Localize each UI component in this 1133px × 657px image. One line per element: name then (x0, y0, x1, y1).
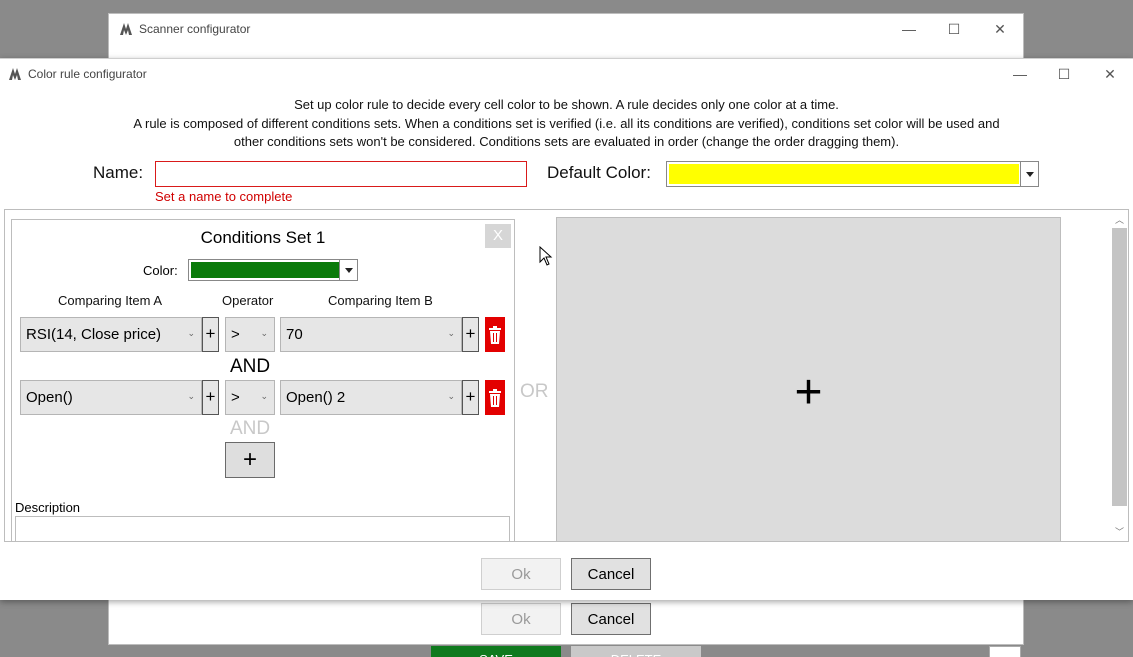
add-item-a-button[interactable]: + (202, 317, 219, 352)
title-bar: Scanner configurator — ☐ ✕ (109, 14, 1023, 44)
trash-icon[interactable] (485, 317, 505, 352)
ok-button[interactable]: Ok (481, 558, 561, 590)
remove-conditions-set-button[interactable]: X (485, 224, 511, 248)
item-a-value: Open() (26, 389, 73, 406)
add-item-b-button[interactable]: + (462, 380, 479, 415)
conditions-set-title: Conditions Set 1 (200, 228, 326, 247)
save-button[interactable]: SAVE (431, 646, 561, 657)
item-b-value: 70 (286, 326, 303, 343)
add-item-b-button[interactable]: + (462, 317, 479, 352)
window-title: Scanner configurator (139, 22, 251, 36)
comparing-item-a-select[interactable]: Open() ⌄ (20, 380, 202, 415)
chevron-down-icon: ⌄ (187, 328, 195, 338)
vertical-scrollbar[interactable]: ︿ ﹀ (1108, 210, 1128, 541)
close-button[interactable]: ✕ (990, 20, 1010, 38)
delete-button[interactable]: DELETE (571, 646, 701, 657)
header-comparing-item-b: Comparing Item B (328, 293, 433, 308)
conditions-set-card[interactable]: Conditions Set 1 X Color: Comparing Item… (11, 219, 515, 541)
set-color-swatch (191, 262, 339, 278)
operator-select[interactable]: > ⌄ (225, 317, 275, 352)
mouse-cursor-icon (539, 246, 553, 266)
chevron-down-icon[interactable] (1020, 162, 1038, 186)
minimize-button[interactable]: — (1010, 65, 1030, 83)
operator-select[interactable]: > ⌄ (225, 380, 275, 415)
scroll-down-icon[interactable]: ﹀ (1112, 525, 1127, 538)
chevron-down-icon: ⌄ (187, 391, 195, 401)
add-condition-button[interactable]: + (225, 442, 275, 478)
header-operator: Operator (222, 293, 274, 308)
and-placeholder-label: AND (229, 418, 271, 439)
instructions-line-3: other conditions sets won't be considere… (233, 134, 900, 149)
minimize-button[interactable]: — (899, 20, 919, 38)
app-logo-icon (120, 23, 132, 35)
scroll-up-icon[interactable]: ︿ (1112, 213, 1127, 226)
operator-value: > (231, 326, 240, 343)
name-input[interactable] (155, 161, 527, 187)
add-item-a-button[interactable]: + (202, 380, 219, 415)
instructions-line-1: Set up color rule to decide every cell c… (294, 97, 839, 112)
add-conditions-set-button[interactable]: + (556, 217, 1061, 541)
cancel-button[interactable]: Cancel (571, 558, 651, 590)
default-color-label: Default Color: (547, 163, 651, 182)
comparing-item-b-select[interactable]: Open() 2 ⌄ (280, 380, 462, 415)
cancel-button[interactable]: Cancel (571, 603, 651, 635)
or-label: OR (520, 381, 549, 402)
scrollbar-thumb[interactable] (1112, 228, 1127, 506)
instructions-line-2: A rule is composed of different conditio… (133, 116, 1000, 131)
operator-value: > (231, 389, 240, 406)
tool-button[interactable] (989, 646, 1021, 657)
chevron-down-icon[interactable] (339, 260, 357, 280)
chevron-down-icon: ⌄ (260, 391, 268, 401)
conditions-sets-area: Conditions Set 1 X Color: Comparing Item… (4, 209, 1129, 542)
chevron-down-icon: ⌄ (447, 391, 455, 401)
set-color-picker[interactable] (188, 259, 358, 281)
description-label: Description (15, 500, 81, 515)
name-label: Name: (93, 163, 144, 182)
comparing-item-b-select[interactable]: 70 ⌄ (280, 317, 462, 352)
item-a-value: RSI(14, Close price) (26, 326, 162, 343)
ok-button[interactable]: Ok (481, 603, 561, 635)
chevron-down-icon: ⌄ (447, 328, 455, 338)
app-logo-icon (9, 68, 21, 80)
maximize-button[interactable]: ☐ (944, 20, 964, 38)
name-error-message: Set a name to complete (155, 189, 293, 204)
default-color-swatch (669, 164, 1019, 184)
description-textarea[interactable] (15, 516, 510, 541)
comparing-item-a-select[interactable]: RSI(14, Close price) ⌄ (20, 317, 202, 352)
close-button[interactable]: ✕ (1100, 65, 1120, 83)
header-comparing-item-a: Comparing Item A (58, 293, 163, 308)
maximize-button[interactable]: ☐ (1054, 65, 1074, 83)
window-title: Color rule configurator (28, 67, 147, 81)
color-label: Color: (143, 263, 178, 278)
and-label: AND (229, 356, 271, 377)
default-color-picker[interactable] (666, 161, 1039, 187)
trash-icon[interactable] (485, 380, 505, 415)
chevron-down-icon: ⌄ (260, 328, 268, 338)
color-rule-configurator-window: Color rule configurator — ☐ ✕ Set up col… (0, 58, 1133, 600)
item-b-value: Open() 2 (286, 389, 346, 406)
